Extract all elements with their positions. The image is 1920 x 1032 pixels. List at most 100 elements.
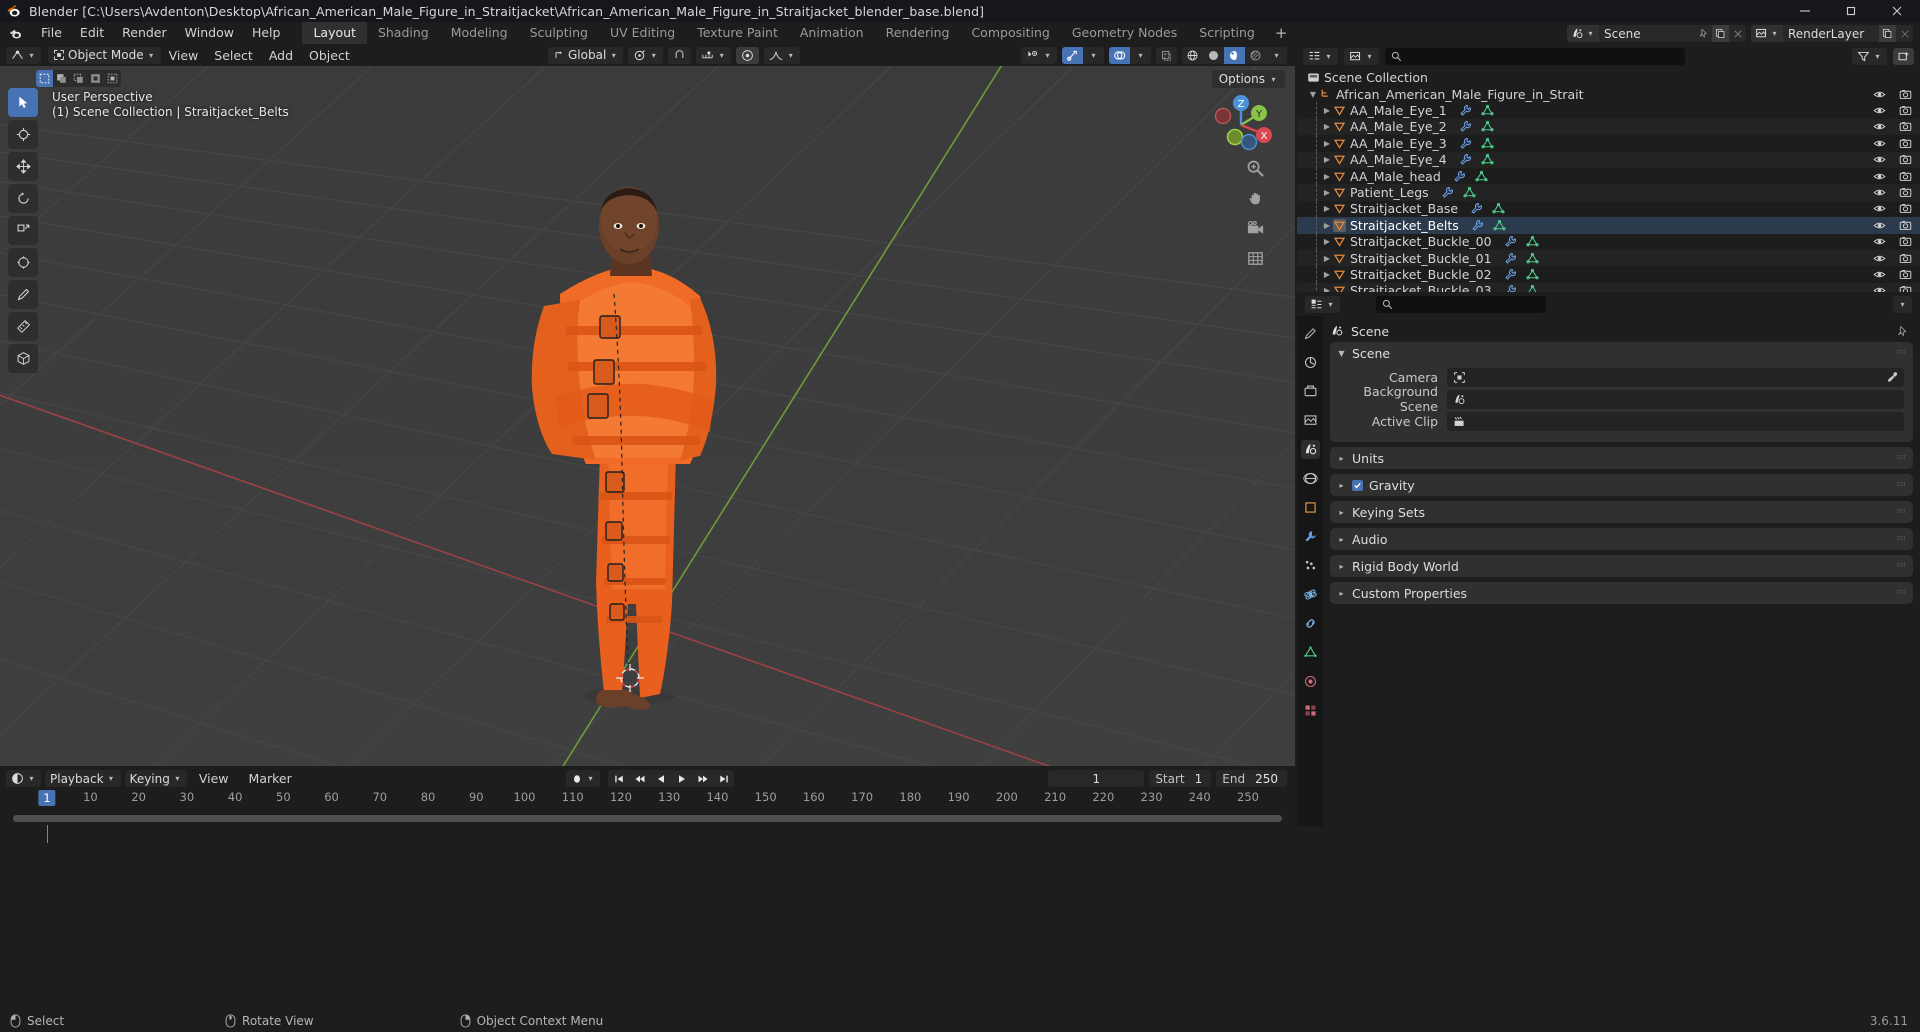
toggle-ortho-icon[interactable] (1243, 246, 1267, 270)
workspace-tab-sculpting[interactable]: Sculpting (519, 22, 599, 44)
outliner-filter-button[interactable]: ▾ (1852, 47, 1887, 65)
wrench-icon[interactable] (1504, 268, 1517, 281)
camera-icon[interactable] (1899, 170, 1912, 183)
menu-render[interactable]: Render (113, 23, 176, 43)
properties-tab-constraints[interactable] (1301, 614, 1320, 633)
expand-arrow[interactable]: ▶ (1321, 122, 1333, 131)
end-frame-field[interactable]: End 250 (1216, 770, 1287, 787)
timeline-scrollbar[interactable] (13, 815, 1282, 822)
eye-icon[interactable] (1873, 235, 1886, 248)
viewport-menu-add[interactable]: Add (261, 46, 301, 65)
panel-header[interactable]: ▸ Custom Properties (1330, 582, 1913, 604)
camera-field[interactable] (1447, 367, 1904, 387)
wrench-icon[interactable] (1459, 137, 1472, 150)
workspace-tab-modeling[interactable]: Modeling (440, 22, 519, 44)
camera-icon[interactable] (1899, 202, 1912, 215)
tweak-select-tool-button[interactable] (8, 88, 38, 117)
snap-toggle[interactable] (668, 46, 692, 64)
mesh-data-icon[interactable] (1525, 252, 1539, 265)
new-viewlayer-button[interactable] (1879, 25, 1896, 42)
jump-to-end-button[interactable] (713, 770, 734, 787)
next-keyframe-button[interactable] (692, 770, 713, 787)
properties-tab-data[interactable] (1301, 643, 1320, 662)
menu-help[interactable]: Help (243, 23, 290, 43)
expand-arrow[interactable]: ▶ (1321, 172, 1333, 181)
viewport-options-button[interactable]: Options ▾ (1211, 70, 1285, 88)
eye-icon[interactable] (1873, 104, 1886, 117)
new-scene-button[interactable] (1712, 25, 1729, 42)
outliner-display-mode-selector[interactable]: ▾ (1344, 47, 1379, 65)
outliner-row-object[interactable]: ▶ Straitjacket_Buckle_01 (1297, 249, 1920, 267)
panel-header[interactable]: ▸ Rigid Body World (1330, 555, 1913, 577)
jump-to-start-button[interactable] (608, 770, 629, 787)
mesh-data-icon[interactable] (1481, 120, 1494, 133)
expand-arrow[interactable]: ▶ (1321, 139, 1333, 148)
mesh-data-icon[interactable] (1463, 186, 1476, 199)
camera-icon[interactable] (1899, 235, 1912, 248)
eye-icon[interactable] (1873, 202, 1886, 215)
shading-options-dropdown[interactable]: ▾ (1266, 46, 1287, 64)
wrench-icon[interactable] (1453, 170, 1466, 183)
viewlayer-selector[interactable]: ▾ RenderLayer (1751, 25, 1913, 42)
properties-tab-tool[interactable] (1301, 324, 1320, 343)
measure-tool-button[interactable] (8, 312, 38, 341)
camera-icon[interactable] (1899, 284, 1912, 292)
shading-rendered-button[interactable] (1245, 46, 1266, 64)
eye-icon[interactable] (1873, 186, 1886, 199)
expand-arrow[interactable]: ▶ (1321, 204, 1333, 213)
shading-wireframe-button[interactable] (1182, 46, 1203, 64)
outliner-row-object[interactable]: ▶ AA_Male_head (1297, 167, 1920, 185)
outliner-row-object[interactable]: ▶ Straitjacket_Buckle_00 (1297, 233, 1920, 250)
panel-header[interactable]: ▸ Units (1330, 447, 1913, 469)
overlays-toggle[interactable] (1109, 46, 1130, 64)
outliner-row-object[interactable]: ▶ Straitjacket_Buckle_02 (1297, 266, 1920, 283)
annotate-tool-button[interactable] (8, 280, 38, 309)
camera-icon[interactable] (1899, 268, 1912, 281)
snap-target-selector[interactable]: ▾ (696, 46, 732, 64)
expand-arrow[interactable]: ▶ (1321, 188, 1333, 197)
camera-icon[interactable] (1899, 137, 1912, 150)
falloff-selector[interactable]: ▾ (764, 46, 801, 64)
background-scene-field[interactable] (1447, 389, 1904, 409)
camera-icon[interactable] (1899, 186, 1912, 199)
workspace-tab-uv-editing[interactable]: UV Editing (599, 22, 686, 44)
3d-viewport[interactable]: ▾ Object Mode ▾ View Select Add Object G… (0, 44, 1295, 766)
timeline-playhead[interactable]: 1 (38, 790, 56, 806)
workspace-tab-layout[interactable]: Layout (302, 22, 367, 44)
camera-icon[interactable] (1899, 153, 1912, 166)
timeline-menu-marker[interactable]: Marker (241, 769, 300, 788)
expand-arrow[interactable]: ▶ (1321, 155, 1333, 164)
start-frame-field[interactable]: Start 1 (1149, 770, 1212, 787)
outliner-row-object[interactable]: ▶ Straitjacket_Base (1297, 200, 1920, 218)
outliner-editor[interactable]: ▾ ▾ ▾ Scene Collection ▼ African_America… (1297, 44, 1920, 292)
navigation-gizmo[interactable]: Z Y X (1205, 89, 1277, 161)
expand-arrow[interactable]: ▶ (1321, 106, 1333, 115)
active-clip-field[interactable] (1447, 411, 1904, 431)
gizmo-options-dropdown[interactable]: ▾ (1083, 46, 1104, 64)
scale-tool-button[interactable] (8, 216, 38, 245)
workspace-tab-rendering[interactable]: Rendering (875, 22, 961, 44)
wrench-icon[interactable] (1471, 219, 1484, 232)
properties-tab-view-layer[interactable] (1301, 411, 1320, 430)
workspace-tab-scripting[interactable]: Scripting (1188, 22, 1266, 44)
eye-icon[interactable] (1873, 170, 1886, 183)
transform-tool-button[interactable] (8, 248, 38, 277)
wrench-icon[interactable] (1504, 252, 1517, 265)
pin-icon[interactable] (1695, 25, 1712, 42)
outliner-row-object[interactable]: ▶ AA_Male_Eye_3 (1297, 135, 1920, 152)
mesh-data-icon[interactable] (1525, 235, 1539, 248)
add-workspace-button[interactable]: + (1266, 22, 1297, 44)
eye-icon[interactable] (1873, 137, 1886, 150)
properties-tab-world[interactable] (1301, 469, 1320, 488)
timeline-menu-playback[interactable]: Playback ▾ (45, 770, 121, 787)
timeline-editor-type-selector[interactable]: ▾ (6, 770, 41, 787)
prev-keyframe-button[interactable] (629, 770, 650, 787)
camera-icon[interactable] (1899, 219, 1912, 232)
properties-tab-render[interactable] (1301, 353, 1320, 372)
auto-keying-toggle[interactable]: ▾ (566, 770, 600, 787)
timeline-menu-view[interactable]: View (191, 769, 237, 788)
panel-checkbox[interactable] (1352, 479, 1363, 491)
properties-editor-type-selector[interactable]: ▾ (1305, 295, 1340, 313)
minimize-button[interactable] (1782, 0, 1828, 22)
select-intersect-button[interactable] (104, 70, 121, 87)
